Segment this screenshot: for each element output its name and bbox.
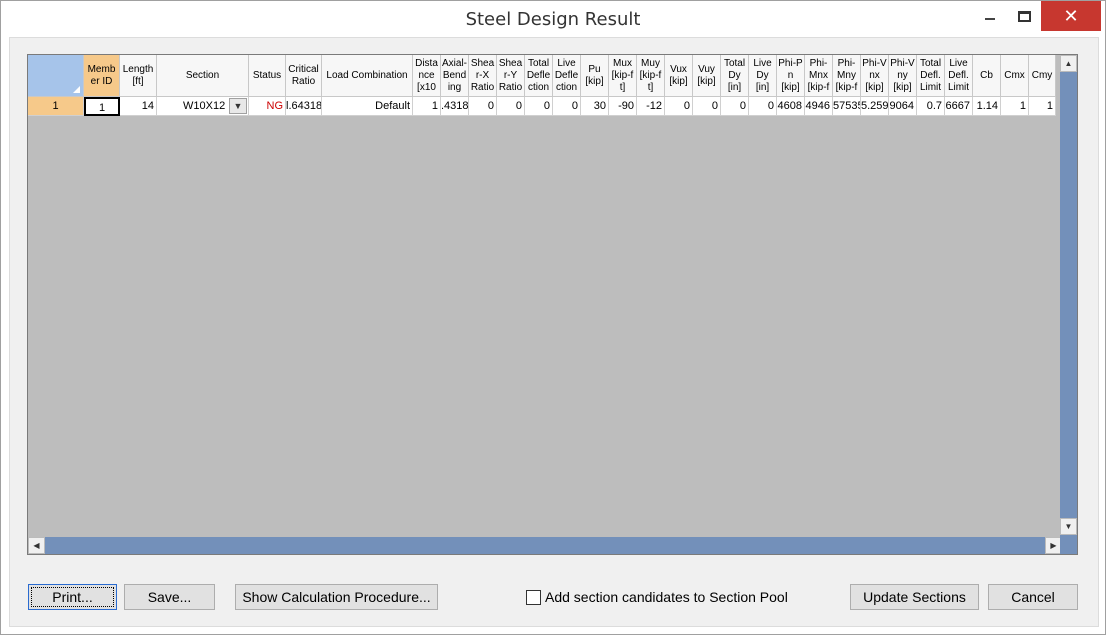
save-button[interactable]: Save... bbox=[124, 584, 215, 610]
cell-shear-y-ratio[interactable]: 0 bbox=[497, 97, 525, 116]
scroll-left-icon[interactable]: ◀ bbox=[28, 537, 45, 554]
results-grid[interactable]: Memb er ID Length [ft] Section Status Critic… bbox=[27, 54, 1078, 555]
cell-distance[interactable]: 1 bbox=[413, 97, 441, 116]
minimize-icon bbox=[985, 18, 995, 20]
maximize-icon bbox=[1017, 10, 1031, 22]
column-header-total-deflection[interactable]: Total Defle ction bbox=[525, 55, 553, 97]
cell-member-id[interactable]: 1 bbox=[84, 97, 120, 116]
checkbox-box[interactable] bbox=[526, 589, 541, 605]
column-header-phi-vnx[interactable]: Phi-V nx [kip] bbox=[861, 55, 889, 97]
cell-length[interactable]: 14 bbox=[120, 97, 157, 116]
show-calculation-procedure-button[interactable]: Show Calculation Procedure... bbox=[235, 584, 438, 610]
cell-cb[interactable]: 1.14 bbox=[973, 97, 1001, 116]
scroll-down-icon[interactable]: ▼ bbox=[1060, 518, 1077, 535]
cell-section[interactable]: W10X12 ▼ bbox=[157, 97, 249, 116]
grid-header-row: Memb er ID Length [ft] Section Status Critic… bbox=[28, 55, 1056, 97]
column-header-live-deflection[interactable]: Live Defle ction bbox=[553, 55, 581, 97]
cell-live-dy[interactable]: 0 bbox=[749, 97, 777, 116]
column-header-status[interactable]: Status bbox=[249, 55, 286, 97]
cell-mux[interactable]: -90 bbox=[609, 97, 637, 116]
vertical-scrollbar[interactable]: ▲ ▼ bbox=[1060, 55, 1077, 537]
column-header-shear-x-ratio[interactable]: Shea r-X Ratio bbox=[469, 55, 497, 97]
column-header-total-defl-limit[interactable]: Total Defl. Limit bbox=[917, 55, 945, 97]
cell-total-deflection[interactable]: 0 bbox=[525, 97, 553, 116]
cell-phi-mnx[interactable]: 4946 bbox=[805, 97, 833, 116]
cell-shear-x-ratio[interactable]: 0 bbox=[469, 97, 497, 116]
sort-corner-icon bbox=[73, 86, 80, 93]
cell-cmy[interactable]: 1 bbox=[1029, 97, 1056, 116]
column-header-critical-ratio[interactable]: Critical Ratio bbox=[286, 55, 322, 97]
cell-load-combination[interactable]: Default bbox=[322, 97, 413, 116]
column-header-mux[interactable]: Mux [kip-f t] bbox=[609, 55, 637, 97]
cell-critical-ratio[interactable]: l.64318 bbox=[286, 97, 322, 116]
title-bar: Steel Design Result ✕ bbox=[1, 1, 1105, 37]
cell-status[interactable]: NG bbox=[249, 97, 286, 116]
cancel-button[interactable]: Cancel bbox=[988, 584, 1078, 610]
maximize-button[interactable] bbox=[1007, 1, 1041, 31]
column-header-cmx[interactable]: Cmx bbox=[1001, 55, 1029, 97]
horizontal-scrollbar[interactable]: ◀ ▶ bbox=[28, 537, 1062, 554]
grid-corner-header[interactable] bbox=[28, 55, 84, 97]
row-header[interactable]: 1 bbox=[28, 97, 84, 116]
column-header-vuy[interactable]: Vuy [kip] bbox=[693, 55, 721, 97]
window-title: Steel Design Result bbox=[465, 9, 641, 30]
cell-live-defl-limit[interactable]: 6667 bbox=[945, 97, 973, 116]
column-header-cb[interactable]: Cb bbox=[973, 55, 1001, 97]
cell-total-defl-limit[interactable]: 0.7 bbox=[917, 97, 945, 116]
column-header-phi-vny[interactable]: Phi-V ny [kip] bbox=[889, 55, 917, 97]
chevron-down-icon[interactable]: ▼ bbox=[229, 98, 247, 114]
checkbox-label: Add section candidates to Section Pool bbox=[545, 589, 788, 605]
cell-axial-bending[interactable]: .4318 bbox=[441, 97, 469, 116]
cell-vux[interactable]: 0 bbox=[665, 97, 693, 116]
scroll-up-icon[interactable]: ▲ bbox=[1060, 55, 1077, 72]
cell-phi-pn[interactable]: 4608 bbox=[777, 97, 805, 116]
cell-cmx[interactable]: 1 bbox=[1001, 97, 1029, 116]
column-header-vux[interactable]: Vux [kip] bbox=[665, 55, 693, 97]
table-row[interactable]: 1 1 14 W10X12 ▼ NG l.64318 Default 1.4318 0 0 0 0 30-… bbox=[28, 97, 1056, 116]
column-header-member-id[interactable]: Memb er ID bbox=[84, 55, 120, 97]
close-button[interactable]: ✕ bbox=[1041, 1, 1101, 31]
dialog-client-area: Memb er ID Length [ft] Section Status Critic… bbox=[9, 37, 1099, 627]
close-icon: ✕ bbox=[1063, 5, 1079, 27]
minimize-button[interactable] bbox=[973, 1, 1007, 31]
cell-phi-vny[interactable]: 9064 bbox=[889, 97, 917, 116]
cell-total-dy[interactable]: 0 bbox=[721, 97, 749, 116]
column-header-pu[interactable]: Pu [kip] bbox=[581, 55, 609, 97]
print-button[interactable]: Print... bbox=[28, 584, 117, 610]
column-header-cmy[interactable]: Cmy bbox=[1029, 55, 1056, 97]
column-header-shear-y-ratio[interactable]: Shea r-Y Ratio bbox=[497, 55, 525, 97]
column-header-distance[interactable]: Dista nce [x10 bbox=[413, 55, 441, 97]
section-value: W10X12 bbox=[183, 100, 226, 112]
cell-phi-mny[interactable]: 57535 bbox=[833, 97, 861, 116]
column-header-muy[interactable]: Muy [kip-f t] bbox=[637, 55, 665, 97]
update-sections-button[interactable]: Update Sections bbox=[850, 584, 979, 610]
cell-vuy[interactable]: 0 bbox=[693, 97, 721, 116]
column-header-length[interactable]: Length [ft] bbox=[120, 55, 157, 97]
column-header-live-defl-limit[interactable]: Live Defl. Limit bbox=[945, 55, 973, 97]
steel-design-result-window: Steel Design Result ✕ Memb er ID Length [… bbox=[0, 0, 1106, 635]
column-header-live-dy[interactable]: Live Dy [in] bbox=[749, 55, 777, 97]
cell-live-deflection[interactable]: 0 bbox=[553, 97, 581, 116]
column-header-phi-mnx[interactable]: Phi- Mnx [kip-f bbox=[805, 55, 833, 97]
column-header-phi-pn[interactable]: Phi-P n [kip] bbox=[777, 55, 805, 97]
section-pool-checkbox[interactable]: Add section candidates to Section Pool bbox=[526, 589, 788, 605]
cell-muy[interactable]: -12 bbox=[637, 97, 665, 116]
cell-pu[interactable]: 30 bbox=[581, 97, 609, 116]
column-header-total-dy[interactable]: Total Dy [in] bbox=[721, 55, 749, 97]
column-header-axial-bending[interactable]: Axial- Bend ing bbox=[441, 55, 469, 97]
column-header-load-combination[interactable]: Load Combination bbox=[322, 55, 413, 97]
column-header-section[interactable]: Section bbox=[157, 55, 249, 97]
cell-phi-vnx[interactable]: 5.259 bbox=[861, 97, 889, 116]
scroll-corner bbox=[1060, 535, 1077, 554]
column-header-phi-mny[interactable]: Phi- Mny [kip-f bbox=[833, 55, 861, 97]
